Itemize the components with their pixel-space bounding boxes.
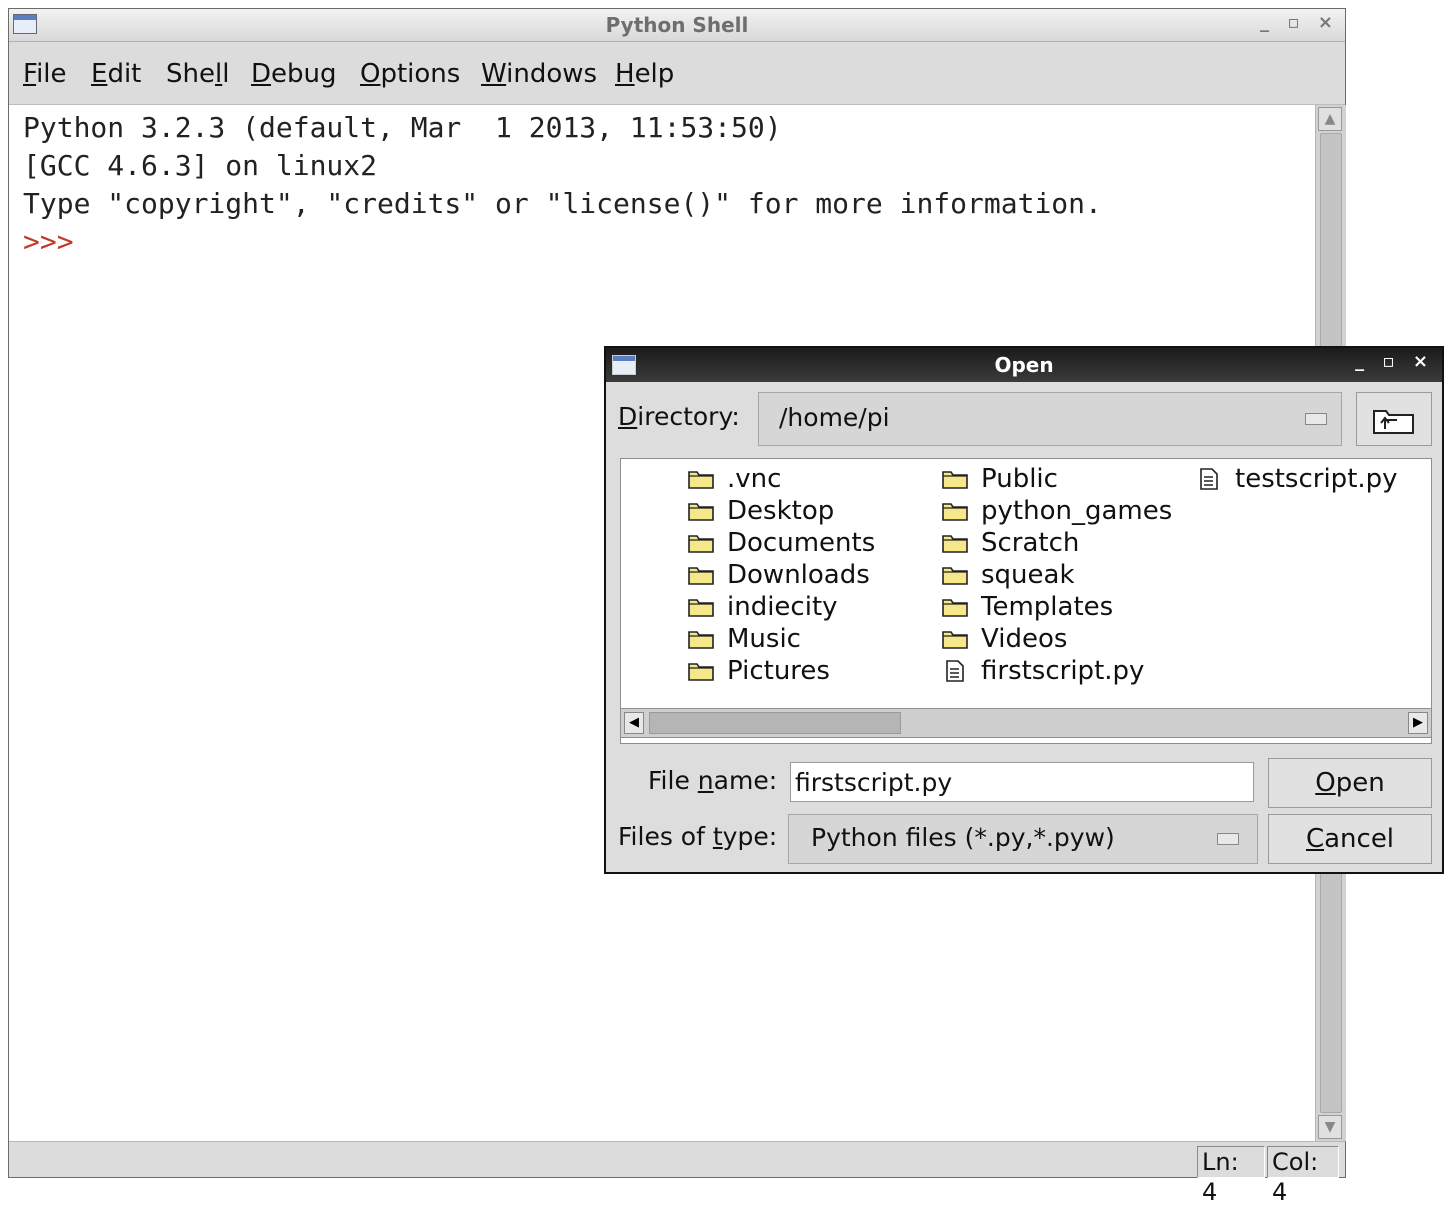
shell-prompt: >>> <box>23 225 74 258</box>
folder-icon <box>942 631 968 649</box>
list-item-public[interactable]: Public <box>941 463 1172 495</box>
shell-titlebar[interactable]: Python Shell _ ▫ × <box>9 9 1345 42</box>
folder-icon <box>688 631 714 649</box>
list-item-vnc[interactable]: .vnc <box>687 463 875 495</box>
list-item-documents[interactable]: Documents <box>687 527 875 559</box>
combo-dropdown-icon[interactable] <box>1217 833 1239 845</box>
file-column-1: .vnc Desktop Documents Downloads indieci… <box>687 463 875 687</box>
cancel-button[interactable]: Cancel <box>1268 814 1432 864</box>
list-item-downloads[interactable]: Downloads <box>687 559 875 591</box>
folder-icon <box>688 503 714 521</box>
open-button[interactable]: Open <box>1268 758 1432 808</box>
folder-icon <box>688 663 714 681</box>
menu-file[interactable]: File <box>23 59 67 89</box>
list-item-indiecity[interactable]: indiecity <box>687 591 875 623</box>
folder-icon <box>688 535 714 553</box>
banner-line-2: [GCC 4.6.3] on linux2 <box>23 149 378 182</box>
list-item-python-games[interactable]: python_games <box>941 495 1172 527</box>
combo-dropdown-icon[interactable] <box>1305 413 1327 425</box>
list-item-music[interactable]: Music <box>687 623 875 655</box>
list-item-desktop[interactable]: Desktop <box>687 495 875 527</box>
file-icon <box>1200 468 1218 490</box>
menu-help[interactable]: Help <box>615 59 674 89</box>
status-line-number: Ln: 4 <box>1197 1146 1265 1206</box>
horizontal-scrollbar[interactable]: ◀ ▶ <box>620 708 1432 738</box>
horizontal-scroll-thumb[interactable] <box>649 712 901 734</box>
list-item-testscript[interactable]: testscript.py <box>1195 463 1398 495</box>
filename-label: File name: <box>648 766 778 795</box>
menubar: File Edit Shell Debug Options Windows He… <box>9 42 1345 105</box>
scroll-left-arrow-icon[interactable]: ◀ <box>624 712 644 734</box>
scroll-down-arrow-icon[interactable]: ▼ <box>1318 1115 1342 1139</box>
folder-icon <box>688 567 714 585</box>
scroll-right-arrow-icon[interactable]: ▶ <box>1408 712 1428 734</box>
folder-icon <box>942 471 968 489</box>
folder-icon <box>688 599 714 617</box>
menu-windows[interactable]: Windows <box>481 59 597 89</box>
banner-line-3: Type "copyright", "credits" or "license(… <box>23 187 1102 220</box>
folder-icon <box>942 599 968 617</box>
status-bar: Ln: 4 Col: 4 <box>9 1141 1345 1206</box>
filetype-label: Files of type: <box>618 822 778 851</box>
shell-title: Python Shell <box>605 13 749 37</box>
menu-options[interactable]: Options <box>360 59 460 89</box>
parent-directory-button[interactable] <box>1356 392 1432 446</box>
list-item-firstscript[interactable]: firstscript.py <box>941 655 1172 687</box>
folder-icon <box>942 535 968 553</box>
menu-edit[interactable]: Edit <box>91 59 141 89</box>
filetype-combobox[interactable]: Python files (*.py,*.pyw) <box>788 814 1258 864</box>
dialog-window-controls[interactable]: _ ▫ × <box>1355 351 1434 372</box>
list-item-pictures[interactable]: Pictures <box>687 655 875 687</box>
filename-input[interactable] <box>790 762 1254 802</box>
open-dialog: Open _ ▫ × Directory: /home/pi .vnc Desk… <box>604 346 1444 874</box>
scroll-up-arrow-icon[interactable]: ▲ <box>1318 107 1342 131</box>
list-item-templates[interactable]: Templates <box>941 591 1172 623</box>
status-column-number: Col: 4 <box>1267 1146 1339 1206</box>
file-column-3: testscript.py <box>1195 463 1398 495</box>
dialog-titlebar[interactable]: Open _ ▫ × <box>606 348 1442 382</box>
folder-icon <box>688 471 714 489</box>
list-item-squeak[interactable]: squeak <box>941 559 1172 591</box>
menu-shell[interactable]: Shell <box>166 59 229 89</box>
folder-up-icon <box>1373 410 1414 434</box>
list-item-scratch[interactable]: Scratch <box>941 527 1172 559</box>
directory-value: /home/pi <box>779 403 890 432</box>
file-icon <box>946 660 964 682</box>
file-column-2: Public python_games Scratch squeak Templ… <box>941 463 1172 687</box>
filetype-value: Python files (*.py,*.pyw) <box>811 823 1115 852</box>
folder-icon <box>942 503 968 521</box>
window-controls[interactable]: _ ▫ × <box>1260 12 1339 33</box>
list-item-videos[interactable]: Videos <box>941 623 1172 655</box>
folder-icon <box>942 567 968 585</box>
menu-debug[interactable]: Debug <box>251 59 337 89</box>
dialog-title: Open <box>994 353 1054 377</box>
directory-combobox[interactable]: /home/pi <box>758 392 1342 446</box>
directory-label: Directory: <box>618 402 740 431</box>
file-list[interactable]: .vnc Desktop Documents Downloads indieci… <box>620 458 1432 744</box>
banner-line-1: Python 3.2.3 (default, Mar 1 2013, 11:53… <box>23 111 782 144</box>
